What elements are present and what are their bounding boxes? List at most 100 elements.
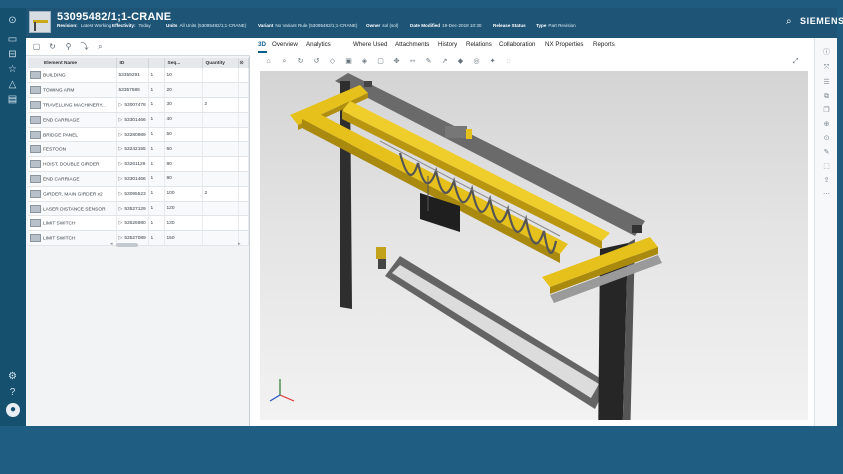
folder-icon[interactable]: ▭ (6, 33, 19, 46)
isolate-icon[interactable]: ◆ (456, 57, 465, 66)
element-id-value: 53526980 (124, 221, 146, 227)
transform-icon[interactable]: ⤧ (822, 63, 831, 72)
section-icon[interactable]: ◈ (360, 57, 369, 66)
expand-row-icon[interactable]: ▷ (119, 235, 123, 241)
column-header-seq[interactable]: Seq... (164, 58, 203, 68)
share-icon[interactable]: ⇪ (822, 176, 831, 185)
tab-overview[interactable]: Overview (272, 41, 298, 48)
element-id-value: 53007478 (124, 102, 146, 108)
element-id-value: 53261129 (124, 162, 146, 168)
tab-history[interactable]: History (438, 41, 457, 48)
expand-row-icon[interactable]: ▷ (119, 102, 123, 108)
tab-where-used[interactable]: Where Used (353, 41, 387, 48)
table-row[interactable]: BUILDING 53359291 1 10 (28, 68, 249, 84)
edit-icon[interactable]: ✎ (822, 148, 831, 157)
table-row[interactable]: TRAVELLING MACHINERY... ▷ 53007478 1 30 2 (28, 97, 249, 113)
element-rev-cell: 1 (148, 68, 165, 84)
expand-row-icon[interactable]: ▷ (119, 191, 123, 197)
filter-icon[interactable]: ⚲ (64, 42, 73, 51)
tab-3d[interactable]: 3D (258, 41, 266, 48)
element-name-label: TRAVELLING MACHINERY... (43, 103, 106, 109)
scroll-left-icon[interactable]: ◂ (110, 241, 113, 247)
element-rev-cell: 1 (148, 112, 165, 128)
home-view-icon[interactable]: ⌂ (264, 57, 273, 66)
table-row[interactable]: BRIDGE PANEL ▷ 53280989 1 50 (28, 127, 249, 143)
expand-row-icon[interactable]: ▷ (119, 117, 123, 123)
structure-grid: Element Name ID Rev Seq... Quantity ⊙ BU… (28, 58, 249, 247)
find-icon[interactable]: ⌕ (96, 42, 105, 51)
shading-icon[interactable]: ▣ (344, 57, 353, 66)
table-row[interactable]: LIMIT SWITCH ▷ 53527089 1 150 (28, 230, 249, 247)
expand-row-icon[interactable]: ▷ (119, 220, 123, 226)
table-row[interactable]: LIMIT SWITCH ▷ 53526980 1 130 (28, 215, 249, 232)
table-row[interactable]: END CARRIAGE ▷ 53301466 1 90 (28, 171, 249, 187)
title-chevron-icon[interactable]: › (143, 11, 146, 22)
fullscreen-icon[interactable]: ⤢ (791, 57, 800, 66)
element-name-label: HOIST, DOUBLE GIRDER (43, 162, 100, 168)
column-header-rev[interactable]: Rev (148, 58, 165, 68)
nav-rail: ⊙ ▭ ⊟ ☆ △ ▤ ⚙ ? ● (0, 8, 26, 426)
tab-attachments[interactable]: Attachments (395, 41, 429, 48)
expand-row-icon[interactable]: ▷ (119, 206, 123, 212)
show-all-icon[interactable]: ✦ (488, 57, 497, 66)
duplicate-icon[interactable]: ❐ (822, 106, 831, 115)
rotate-icon[interactable]: ↻ (296, 57, 305, 66)
more-icon[interactable]: ⋯ (822, 190, 831, 199)
table-row[interactable]: GIRDER, MAIN GIRDER x2 ▷ 53095523 1 100 2 (28, 186, 249, 202)
tab-collaboration[interactable]: Collaboration (499, 41, 535, 48)
home-icon[interactable]: ⊙ (6, 14, 19, 27)
3d-viewport[interactable] (260, 71, 808, 420)
snapshot-icon[interactable]: ◌ (504, 57, 513, 66)
markup-icon[interactable]: ✎ (424, 57, 433, 66)
target-icon[interactable]: ⊙ (822, 134, 831, 143)
refresh-icon[interactable]: ↻ (48, 42, 57, 51)
hide-icon[interactable]: ◎ (472, 57, 481, 66)
measure-icon[interactable]: ⇿ (408, 57, 417, 66)
expand-row-icon[interactable]: ▷ (119, 132, 123, 138)
user-avatar-icon[interactable]: ● (6, 403, 20, 417)
collapse-icon[interactable]: ▢ (32, 42, 41, 51)
report-icon[interactable]: ▤ (6, 93, 19, 106)
explode-icon[interactable]: ↗ (440, 57, 449, 66)
expand-icon[interactable]: ⤵ (80, 42, 89, 51)
element-rev-cell: 1 (148, 230, 165, 247)
star-icon[interactable]: ☆ (6, 63, 19, 76)
scroll-right-icon[interactable]: ▸ (238, 241, 241, 247)
list-icon[interactable]: ☰ (822, 78, 831, 87)
expand-row-icon[interactable]: ▷ (119, 161, 123, 167)
brand-logo: SIEMENS (800, 16, 843, 26)
view-cube-icon[interactable]: ◇ (328, 57, 337, 66)
settings-icon[interactable]: ⚙ (6, 370, 19, 383)
orient-icon[interactable]: ↺ (312, 57, 321, 66)
add-icon[interactable]: ⊕ (822, 120, 831, 129)
table-row[interactable]: END CARRIAGE ▷ 53301466 1 40 (28, 112, 249, 128)
tab-nx-properties[interactable]: NX Properties (545, 41, 584, 48)
column-header-element-name[interactable]: Element Name (28, 58, 117, 68)
element-quantity-cell (202, 112, 239, 128)
element-name-label: END CARRIAGE (43, 177, 80, 183)
horizontal-scrollbar[interactable] (116, 243, 138, 247)
alert-icon[interactable]: △ (6, 78, 19, 91)
expand-row-icon[interactable]: ▷ (119, 146, 123, 152)
tab-analytics[interactable]: Analytics (306, 41, 331, 48)
tab-reports[interactable]: Reports (593, 41, 615, 48)
table-row[interactable]: HOIST, DOUBLE GIRDER ▷ 53261129 1 80 (28, 156, 249, 173)
info-icon[interactable]: ⓘ (822, 48, 831, 57)
column-header-id[interactable]: ID (116, 58, 149, 68)
expand-row-icon[interactable]: ▷ (119, 176, 123, 182)
inbox-icon[interactable]: ⊟ (6, 48, 19, 61)
column-settings-icon[interactable]: ⊙ (238, 58, 249, 68)
tab-relations[interactable]: Relations (466, 41, 492, 48)
element-id-cell: ▷ 53095523 (116, 186, 149, 202)
select-icon[interactable]: ⬚ (822, 162, 831, 171)
table-row[interactable]: TOWING ARM 53357586 1 20 (28, 82, 249, 99)
fit-all-icon[interactable]: ▢ (376, 57, 385, 66)
table-row[interactable]: FESTOON ▷ 53242155 1 60 (28, 141, 249, 158)
copy-icon[interactable]: ⧉ (822, 92, 831, 101)
search-icon[interactable]: ⌕ (786, 16, 792, 27)
table-row[interactable]: LASER DISTANCE SENSOR ▷ 53527129 1 120 (28, 201, 249, 217)
help-icon[interactable]: ? (6, 386, 19, 399)
pan-icon[interactable]: ✥ (392, 57, 401, 66)
zoom-icon[interactable]: ⌕ (280, 57, 289, 66)
column-header-quantity[interactable]: Quantity (202, 58, 239, 68)
